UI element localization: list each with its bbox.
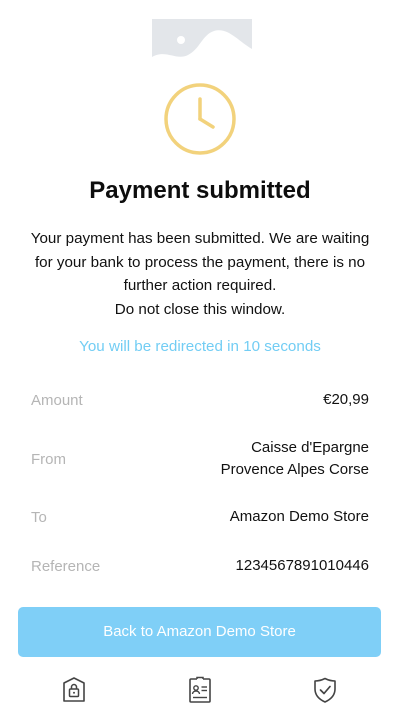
amount-label: Amount [31,391,83,409]
status-message-text: Your payment has been submitted. We are … [30,230,370,294]
reference-row: Reference 1234567891010446 [31,546,369,586]
clock-icon [163,82,237,156]
to-label: To [31,508,47,526]
amount-row: Amount €20,99 [31,380,369,420]
from-value-line2: Provence Alpes Corse [220,461,369,478]
from-label: From [31,450,66,468]
from-value-line1: Caisse d'Epargne [251,439,369,456]
from-value: Caisse d'Epargne Provence Alpes Corse [221,437,369,481]
reference-value: 1234567891010446 [235,557,369,574]
back-to-store-button[interactable]: Back to Amazon Demo Store [18,607,381,657]
shield-check-icon [312,676,338,704]
to-value: Amazon Demo Store [229,508,369,525]
page-title: Payment submitted [89,177,311,204]
payment-details: Amount €20,99 From Caisse d'Epargne Prov… [31,380,369,586]
payment-status-page: Payment submitted Your payment has been … [0,0,400,710]
status-message-warning: Do not close this window. [114,300,286,318]
redirect-countdown: You will be redirected in 10 seconds [79,338,321,355]
footer-trust-icons [0,672,400,708]
image-placeholder-icon [152,19,252,68]
amount-value: €20,99 [323,391,369,408]
id-card-icon [187,676,213,704]
to-row: To Amazon Demo Store [31,498,369,536]
status-message: Your payment has been submitted. We are … [20,227,380,321]
from-row: From Caisse d'Epargne Provence Alpes Cor… [31,420,369,498]
secure-lock-icon [61,676,87,704]
reference-label: Reference [31,557,101,575]
